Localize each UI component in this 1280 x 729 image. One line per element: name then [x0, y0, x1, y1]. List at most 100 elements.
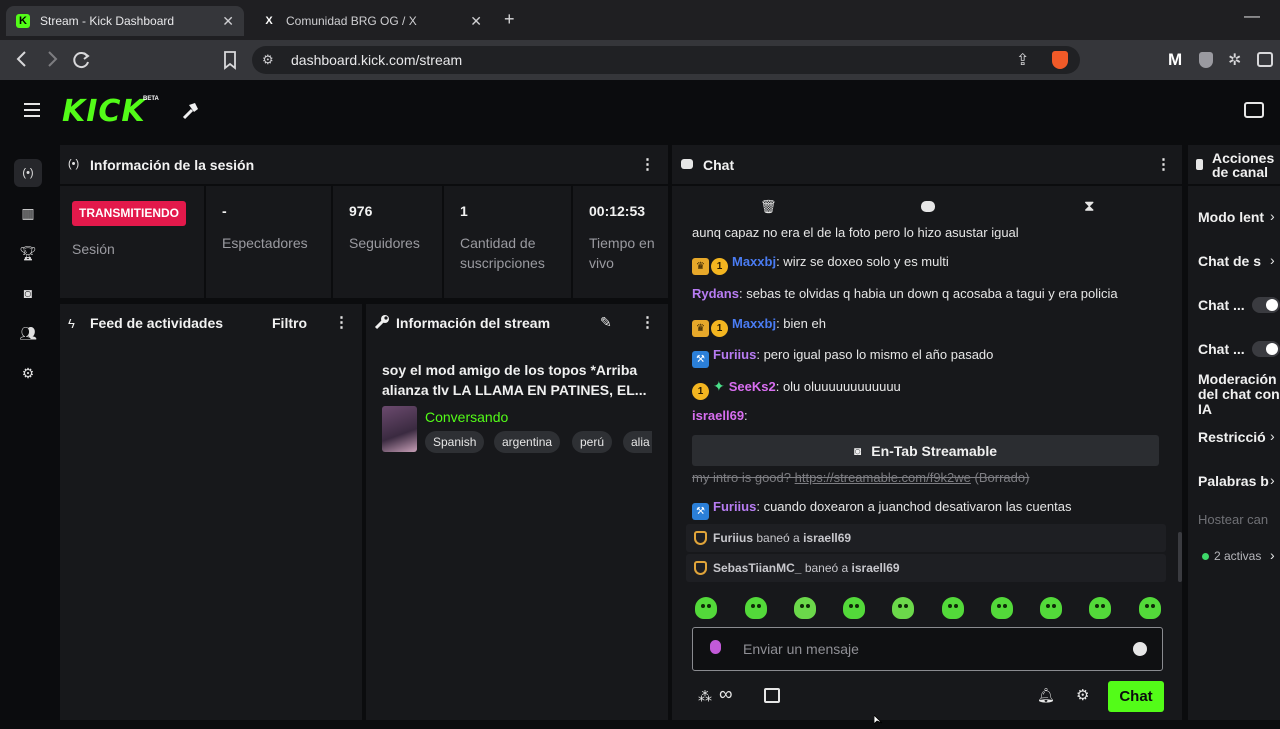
chat-username[interactable]: israell69: [692, 408, 744, 423]
hammer-icon[interactable]: [180, 101, 200, 126]
edit-icon[interactable]: ✎: [600, 314, 612, 331]
slow-mode-setting[interactable]: Modo lent: [1198, 210, 1264, 225]
stream-info-menu-icon[interactable]: ⋮: [640, 313, 655, 331]
chat-input-placeholder[interactable]: Enviar un mensaje: [743, 641, 859, 657]
followers-chat-setting[interactable]: Chat de s: [1198, 254, 1261, 269]
category-thumbnail[interactable]: [382, 406, 417, 452]
tab-comunidad-x[interactable]: X Comunidad BRG OG / X ✕: [252, 6, 492, 36]
viewers-value: -: [222, 203, 227, 219]
forward-icon[interactable]: [44, 50, 60, 72]
infinity-icon[interactable]: ∞: [719, 684, 733, 706]
tab-kick-dashboard[interactable]: K Stream - Kick Dashboard ✕: [6, 6, 244, 36]
microphone-icon[interactable]: [710, 640, 721, 654]
emoji-picker-icon[interactable]: [1133, 642, 1147, 656]
chat-menu-icon[interactable]: ⋮: [1156, 155, 1171, 173]
emote-icon[interactable]: [1089, 597, 1111, 619]
camera-icon: ◙: [853, 443, 862, 458]
chat-scrollbar[interactable]: [1178, 532, 1182, 582]
brave-shield-icon[interactable]: [1052, 51, 1068, 69]
activity-feed-title: Feed de actividades: [90, 315, 224, 331]
filter-button[interactable]: Filtro: [272, 315, 307, 331]
back-icon[interactable]: [14, 50, 30, 72]
message-link[interactable]: https://streamable.com/f9k2we: [795, 470, 971, 485]
ai-moderation-setting[interactable]: Moderación del chat con IA: [1198, 372, 1280, 417]
close-tab-icon[interactable]: ✕: [470, 13, 482, 30]
chevron-right-icon[interactable]: ›: [1270, 547, 1275, 563]
stream-broadcast-icon[interactable]: (•): [14, 159, 42, 187]
stream-title-text: soy el mod amigo de los topos *Arriba al…: [382, 362, 647, 398]
wallet-icon[interactable]: [1257, 52, 1273, 67]
minimize-icon[interactable]: —: [1244, 8, 1260, 26]
tag-spanish[interactable]: Spanish: [425, 431, 485, 453]
emote-icon[interactable]: [794, 597, 816, 619]
store-icon[interactable]: [1244, 102, 1264, 118]
emote-icon[interactable]: [843, 597, 865, 619]
hamburger-menu-icon[interactable]: [24, 103, 40, 122]
chat-username[interactable]: SeeKs2: [729, 379, 776, 394]
bell-icon[interactable]: 🔔︎: [1037, 687, 1055, 704]
chat-username[interactable]: Maxxbj: [732, 316, 776, 331]
chevron-right-icon[interactable]: ›: [1270, 208, 1275, 224]
chevron-right-icon[interactable]: ›: [1270, 472, 1275, 488]
banned-words-setting[interactable]: Palabras b: [1198, 474, 1269, 489]
emote-icon[interactable]: [991, 597, 1013, 619]
restrictions-setting[interactable]: Restricció: [1198, 430, 1266, 445]
tag-argentina[interactable]: argentina: [494, 431, 561, 453]
site-settings-icon[interactable]: ⚙: [262, 52, 274, 68]
share-icon[interactable]: ⇪: [1016, 50, 1029, 70]
trophy-icon[interactable]: 🏆︎: [14, 239, 42, 267]
chat-username[interactable]: Maxxbj: [732, 254, 776, 269]
channel-actions-title: Acciones de canal: [1212, 150, 1275, 180]
emote-icon[interactable]: [892, 597, 914, 619]
url-text[interactable]: dashboard.kick.com/stream: [291, 52, 462, 68]
bookmark-icon[interactable]: [222, 50, 238, 74]
toggle-switch[interactable]: [1252, 297, 1280, 313]
trash-icon[interactable]: 🗑︎: [760, 199, 777, 215]
chat-username[interactable]: Furiius: [713, 499, 756, 514]
send-chat-button[interactable]: Chat: [1108, 681, 1164, 712]
chat-username[interactable]: Rydans: [692, 286, 739, 301]
activity-menu-icon[interactable]: ⋮: [334, 313, 349, 331]
emote-icon[interactable]: [1040, 597, 1062, 619]
reload-icon[interactable]: [72, 50, 92, 74]
host-channel-setting[interactable]: Hostear can: [1198, 512, 1268, 527]
m-extension-icon[interactable]: M: [1168, 50, 1182, 70]
moderator-name[interactable]: SebasTiianMC_: [713, 561, 801, 575]
chevron-right-icon[interactable]: ›: [1270, 428, 1275, 444]
message-text: : pero igual paso lo mismo el año pasado: [756, 347, 994, 362]
emote-icon[interactable]: [1139, 597, 1161, 619]
emote-icon[interactable]: [942, 597, 964, 619]
target-name[interactable]: israell69: [852, 561, 900, 575]
chevron-right-icon[interactable]: ›: [1270, 252, 1275, 268]
session-menu-icon[interactable]: ⋮: [640, 155, 655, 173]
points-icon[interactable]: ⁂: [698, 688, 712, 705]
active-count: 2 activas: [1214, 549, 1262, 563]
chat-username[interactable]: Furiius: [713, 347, 756, 362]
streamable-embed-button[interactable]: ◙ En-Tab Streamable: [692, 435, 1159, 466]
emote-icon[interactable]: [695, 597, 717, 619]
camera-icon[interactable]: ◙: [14, 279, 42, 307]
community-icon[interactable]: 👥︎: [14, 319, 42, 347]
chat-title: Chat: [703, 157, 735, 173]
close-tab-icon[interactable]: ✕: [222, 13, 234, 30]
tag-peru[interactable]: perú: [572, 431, 613, 453]
message-text: aunq capaz no era el de la foto pero lo …: [692, 225, 1019, 239]
chat-settings-icon[interactable]: ⚙: [1076, 686, 1089, 704]
chat-mode-icon[interactable]: [921, 201, 935, 212]
kick-logo[interactable]: KICK: [62, 94, 146, 129]
moderator-name[interactable]: Furiius: [713, 531, 753, 545]
toggle-switch[interactable]: [1252, 341, 1280, 357]
tag-alianza[interactable]: alia: [623, 431, 652, 453]
new-tab-icon[interactable]: +: [504, 9, 515, 30]
target-name[interactable]: israell69: [803, 531, 851, 545]
analytics-icon[interactable]: ▥: [14, 199, 42, 227]
hourglass-icon[interactable]: ⧗: [1084, 198, 1095, 215]
shield-extension-icon[interactable]: [1199, 52, 1213, 68]
shield-icon: [694, 531, 707, 545]
mouse-cursor-icon: [873, 711, 884, 729]
shop-icon[interactable]: [764, 688, 780, 703]
category-link[interactable]: Conversando: [425, 409, 508, 425]
settings-icon[interactable]: ⚙: [14, 359, 42, 387]
emote-icon[interactable]: [745, 597, 767, 619]
extensions-icon[interactable]: ✲: [1228, 50, 1241, 70]
